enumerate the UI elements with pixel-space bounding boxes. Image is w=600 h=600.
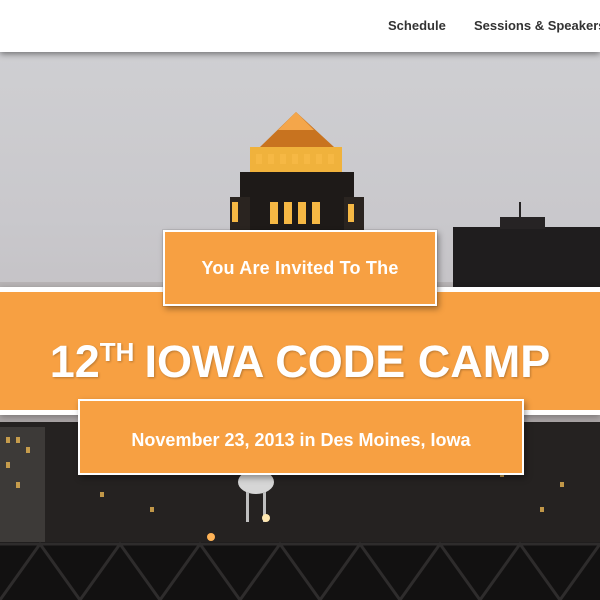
headline-ordinal-suffix: TH xyxy=(99,337,135,367)
nav-link-schedule[interactable]: Schedule xyxy=(388,18,446,33)
nav-link-sessions-speakers[interactable]: Sessions & Speakers xyxy=(474,18,600,33)
headline-title: IOWA CODE CAMP xyxy=(144,336,551,387)
event-headline: 12TH IOWA CODE CAMP xyxy=(0,327,600,387)
headline-number: 12 xyxy=(49,336,100,387)
date-banner: November 23, 2013 in Des Moines, Iowa xyxy=(78,399,524,475)
event-date-location: November 23, 2013 in Des Moines, Iowa xyxy=(131,430,471,450)
top-navigation: Schedule Sessions & Speakers xyxy=(0,0,600,52)
invite-banner: You Are Invited To The xyxy=(163,230,437,306)
invite-text: You Are Invited To The xyxy=(201,258,399,278)
